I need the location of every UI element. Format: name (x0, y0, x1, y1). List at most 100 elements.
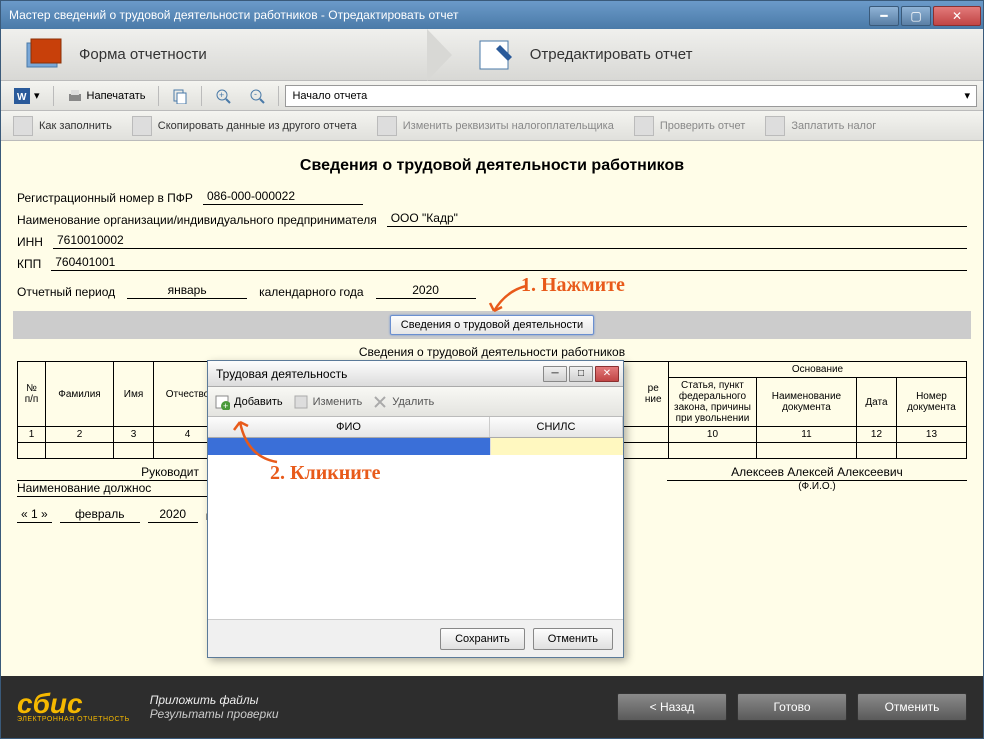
check-icon (634, 116, 654, 136)
logo: сбис ЭЛЕКТРОННАЯ ОТЧЕТНОСТЬ (17, 691, 130, 723)
period-month[interactable]: январь (127, 283, 247, 299)
ready-button[interactable]: Готово (737, 693, 847, 721)
inn-value[interactable]: 7610010002 (53, 233, 967, 249)
leader-label: Руководит (17, 465, 207, 481)
add-icon: + (214, 394, 230, 410)
word-export-button[interactable]: W ▾ (7, 84, 47, 108)
col-fio[interactable]: ФИО (208, 417, 490, 437)
period-year-label: календарного года (259, 285, 363, 299)
delete-button[interactable]: Удалить (372, 394, 434, 410)
dialog-toolbar: + Добавить Изменить Удалить (208, 387, 623, 417)
th-name: Имя (114, 362, 154, 427)
org-value[interactable]: ООО "Кадр" (387, 211, 967, 227)
dialog-cancel-button[interactable]: Отменить (533, 628, 613, 650)
pay-tax-button[interactable]: Заплатить налог (759, 113, 882, 139)
edit-button[interactable]: Изменить (293, 394, 363, 410)
col-snils[interactable]: СНИЛС (490, 417, 623, 437)
delete-icon (372, 394, 388, 410)
svg-text:-: - (254, 89, 257, 99)
maximize-button[interactable]: ▢ (901, 6, 931, 26)
wizard-step-2[interactable]: Отредактировать отчет (452, 35, 713, 75)
reg-value[interactable]: 086-000-000022 (203, 189, 363, 205)
kpp-value[interactable]: 760401001 (51, 255, 967, 271)
print-label: Напечатать (87, 90, 146, 102)
copy-icon (172, 88, 188, 104)
copy-from-report-button[interactable]: Скопировать данные из другого отчета (126, 113, 363, 139)
period-year[interactable]: 2020 (376, 283, 476, 299)
dialog-footer: Сохранить Отменить (208, 619, 623, 657)
document-title: Сведения о трудовой деятельности работни… (17, 157, 967, 175)
attach-section: Приложить файлы Результаты проверки (150, 693, 279, 721)
wizard-separator (427, 29, 452, 81)
reg-label: Регистрационный номер в ПФР (17, 191, 193, 205)
add-label: Добавить (234, 396, 283, 408)
howto-button[interactable]: Как заполнить (7, 113, 118, 139)
dropdown-icon: ▾ (34, 89, 40, 102)
period-label: Отчетный период (17, 285, 115, 299)
dialog-close-button[interactable]: ✕ (595, 366, 619, 382)
th-data: Дата (856, 378, 896, 427)
pay-icon (765, 116, 785, 136)
wizard-step2-label: Отредактировать отчет (530, 46, 693, 63)
minimize-button[interactable]: ━ (869, 6, 899, 26)
edit-requisites-button[interactable]: Изменить реквизиты налогоплательщика (371, 113, 620, 139)
chevron-down-icon: ▾ (964, 89, 970, 102)
position-label: Наименование должнос (17, 481, 207, 497)
save-button[interactable]: Сохранить (440, 628, 525, 650)
leader-name[interactable]: Алексеев Алексей Алексеевич (667, 465, 967, 481)
activity-info-button[interactable]: Сведения о трудовой деятельности (390, 315, 594, 335)
dialog-title: Трудовая деятельность (216, 367, 543, 381)
svg-text:W: W (17, 92, 27, 103)
close-button[interactable]: ✕ (933, 6, 981, 26)
results-link[interactable]: Результаты проверки (150, 707, 279, 721)
fio-caption: (Ф.И.О.) (667, 481, 967, 492)
edit-label: Изменить (313, 396, 363, 408)
edit-report-icon (472, 35, 520, 75)
logo-text: сбис (17, 691, 130, 716)
zoom-out-button[interactable]: - (242, 84, 272, 108)
forms-icon (21, 35, 69, 75)
section-bar: Сведения о трудовой деятельности (13, 311, 971, 339)
question-icon (13, 116, 33, 136)
attach-files-link[interactable]: Приложить файлы (150, 693, 279, 707)
table-title: Сведения о трудовой деятельности работни… (17, 345, 967, 359)
word-icon: W (14, 88, 30, 104)
section-combo[interactable]: Начало отчета ▾ (285, 85, 977, 107)
copy-button[interactable] (165, 84, 195, 108)
window-title: Мастер сведений о трудовой деятельности … (9, 8, 869, 22)
inn-label: ИНН (17, 235, 43, 249)
correction-month[interactable]: февраль (60, 507, 140, 523)
add-button[interactable]: + Добавить (214, 394, 283, 410)
print-button[interactable]: Напечатать (60, 84, 153, 108)
check-report-button[interactable]: Проверить отчет (628, 113, 752, 139)
list-row-selected[interactable] (208, 438, 623, 455)
dialog-columns: ФИО СНИЛС (208, 417, 623, 438)
correction-year[interactable]: 2020 (148, 507, 198, 523)
edit-icon (377, 116, 397, 136)
cancel-button[interactable]: Отменить (857, 693, 967, 721)
svg-text:+: + (219, 90, 224, 100)
dialog-titlebar[interactable]: Трудовая деятельность ─ □ ✕ (208, 361, 623, 387)
org-label: Наименование организации/индивидуального… (17, 213, 377, 227)
toolbar-primary: W ▾ Напечатать + - Начало отчета ▾ (1, 81, 983, 111)
activity-dialog: Трудовая деятельность ─ □ ✕ + Добавить И… (207, 360, 624, 658)
th-fam: Фамилия (46, 362, 114, 427)
zoom-out-icon: - (249, 88, 265, 104)
dialog-list[interactable] (208, 438, 623, 619)
dialog-maximize-button[interactable]: □ (569, 366, 593, 382)
edit-icon (293, 394, 309, 410)
wizard-step-1[interactable]: Форма отчетности (1, 35, 227, 75)
zoom-in-button[interactable]: + (208, 84, 238, 108)
toolbar-secondary: Как заполнить Скопировать данные из друг… (1, 111, 983, 141)
titlebar: Мастер сведений о трудовой деятельности … (1, 1, 983, 29)
correction-num[interactable]: « 1 » (17, 507, 52, 523)
th-num: № п/п (18, 362, 46, 427)
th-osnovanie: Основание (668, 362, 966, 378)
th-statya: Статья, пункт федерального закона, причи… (668, 378, 756, 427)
back-button[interactable]: < Назад (617, 693, 727, 721)
section-combo-value: Начало отчета (292, 90, 367, 102)
dialog-minimize-button[interactable]: ─ (543, 366, 567, 382)
delete-label: Удалить (392, 396, 434, 408)
logo-subtitle: ЭЛЕКТРОННАЯ ОТЧЕТНОСТЬ (17, 716, 130, 723)
th-naim: Наименование документа (756, 378, 856, 427)
